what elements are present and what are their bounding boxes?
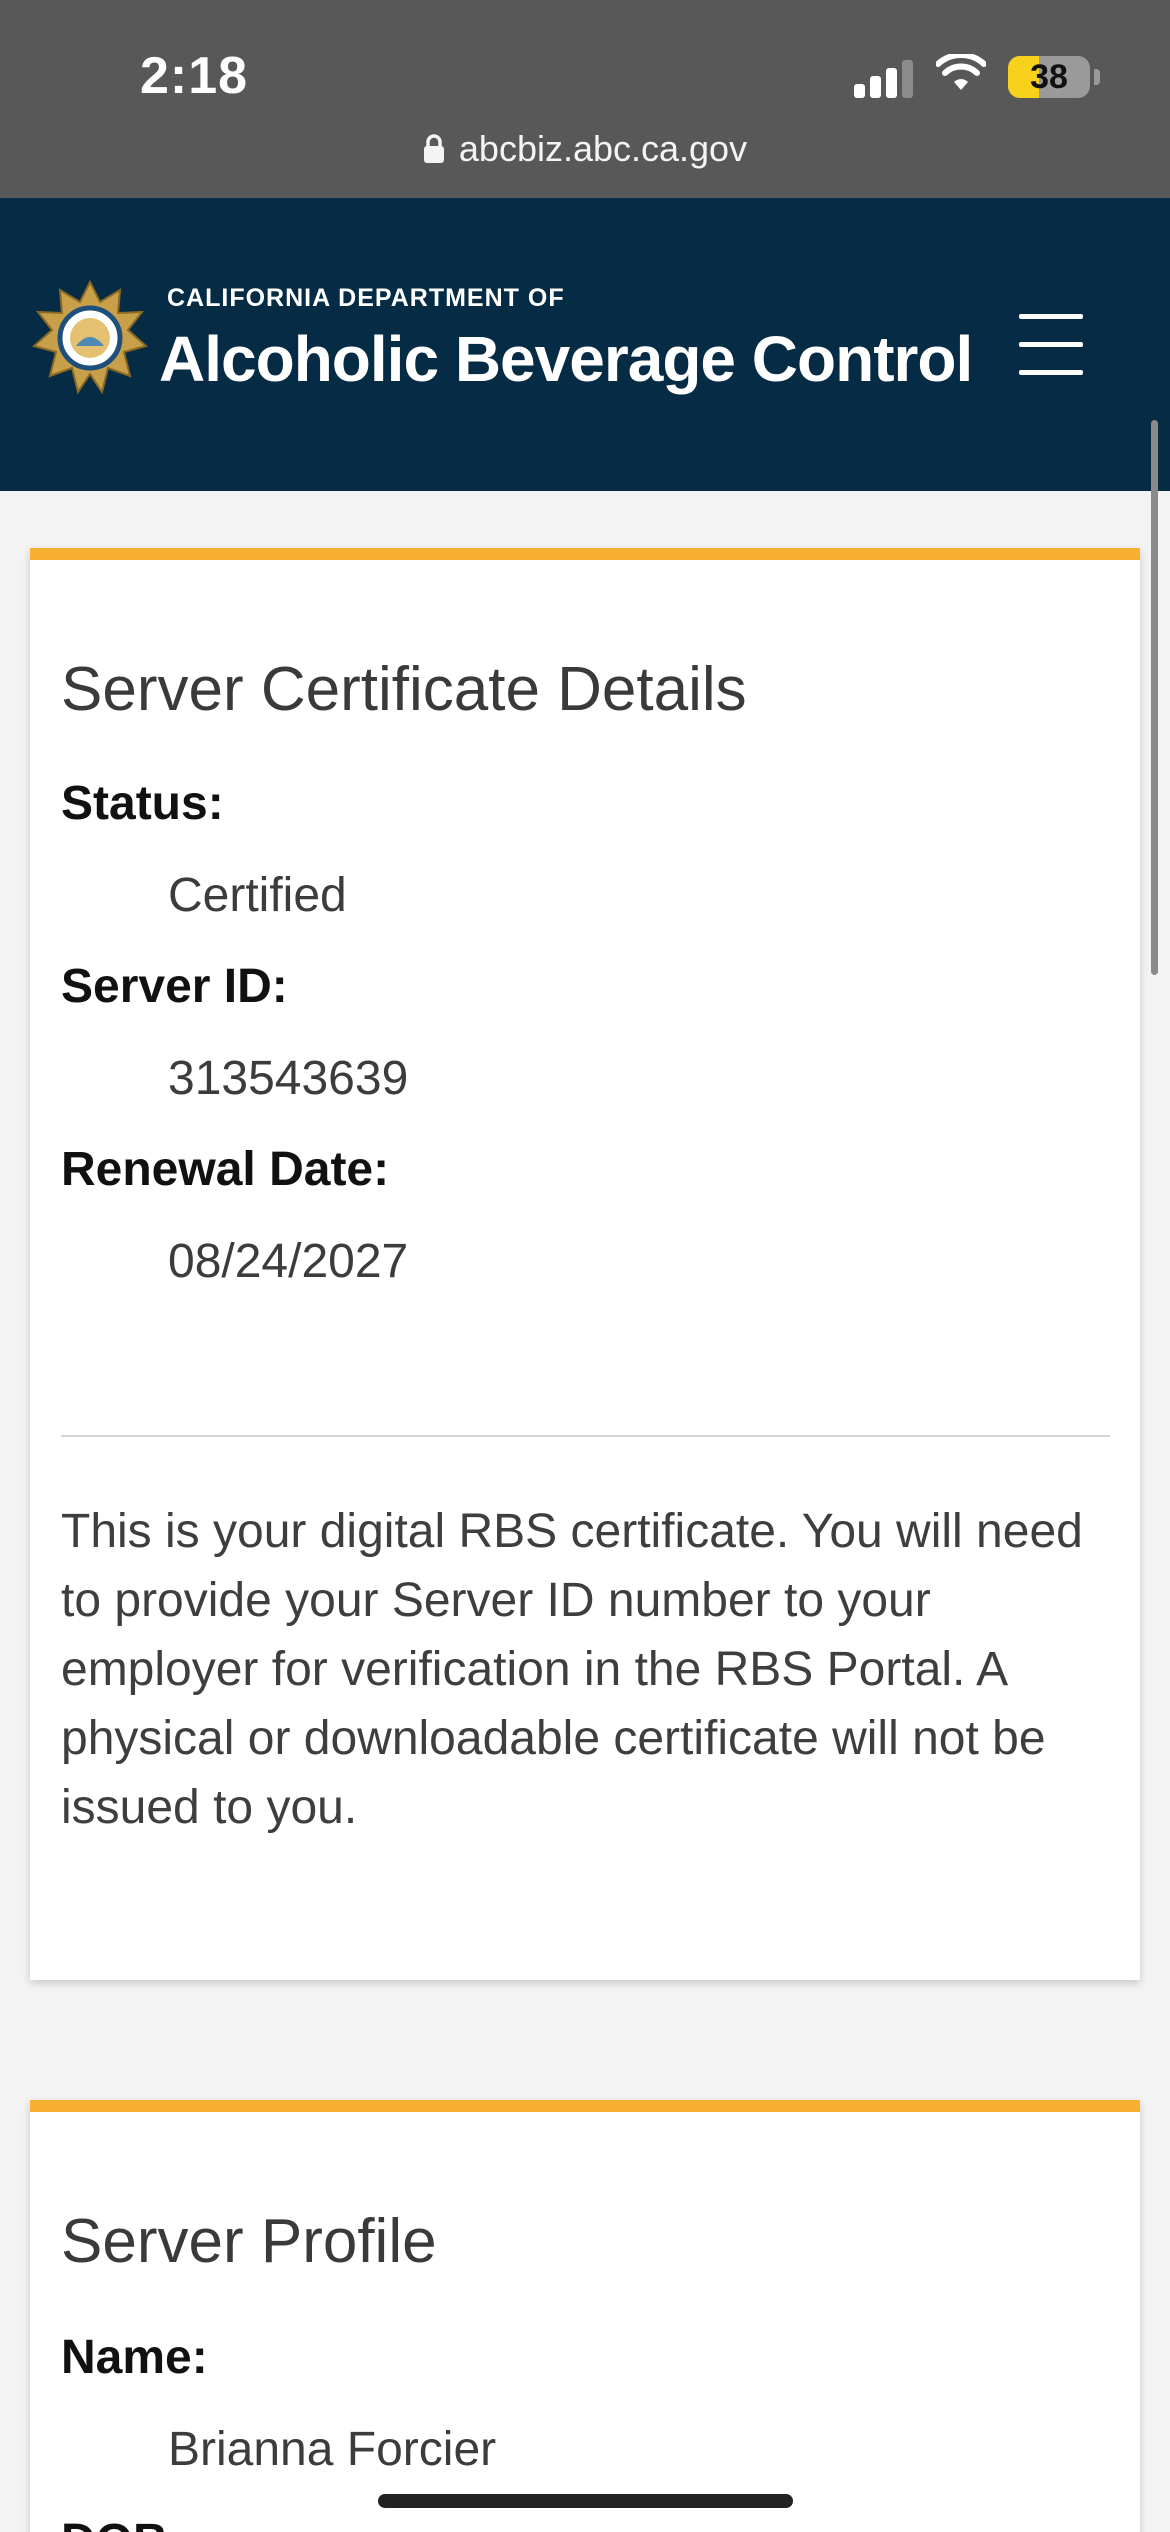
department-name[interactable]: Alcoholic Beverage Control bbox=[159, 322, 973, 396]
status-time: 2:18 bbox=[140, 47, 249, 105]
battery-level: 38 bbox=[1030, 58, 1068, 96]
status-label: Status: bbox=[61, 777, 224, 830]
certificate-notice: This is your digital RBS certificate. Yo… bbox=[61, 1505, 1083, 1834]
server-id-label: Server ID: bbox=[61, 960, 288, 1013]
department-line: CALIFORNIA DEPARTMENT OF bbox=[167, 284, 565, 312]
home-indicator[interactable] bbox=[378, 2494, 793, 2508]
name-value: Brianna Forcier bbox=[168, 2423, 497, 2476]
divider bbox=[61, 1435, 1110, 1437]
renewal-date-label: Renewal Date: bbox=[61, 1143, 390, 1196]
status-bar: 2:18 38 abcbiz.abc.ca.gov bbox=[0, 0, 1170, 198]
signal-icon bbox=[854, 58, 914, 98]
lock-icon bbox=[423, 134, 444, 163]
name-label: Name: bbox=[61, 2331, 208, 2384]
battery-icon: 38 bbox=[1008, 56, 1090, 98]
certificate-card: Server Certificate Details Status: Certi… bbox=[30, 548, 1140, 1980]
dob-label: DOB: bbox=[61, 2514, 184, 2532]
certificate-title: Server Certificate Details bbox=[61, 655, 747, 724]
renewal-date-value: 08/24/2027 bbox=[168, 1235, 409, 1288]
hamburger-menu-icon[interactable] bbox=[1010, 310, 1088, 380]
profile-card: Server Profile Name: Brianna Forcier DOB… bbox=[30, 2100, 1140, 2532]
profile-title: Server Profile bbox=[61, 2207, 437, 2276]
scrollbar[interactable] bbox=[1151, 420, 1158, 975]
wifi-icon bbox=[936, 54, 986, 90]
seal-icon[interactable] bbox=[32, 280, 148, 396]
address-bar[interactable]: abcbiz.abc.ca.gov bbox=[0, 124, 1170, 174]
battery-nub bbox=[1094, 69, 1100, 85]
server-id-value: 313543639 bbox=[168, 1052, 409, 1105]
site-header: CALIFORNIA DEPARTMENT OF Alcoholic Bever… bbox=[0, 198, 1170, 491]
status-value: Certified bbox=[168, 869, 347, 922]
url-text: abcbiz.abc.ca.gov bbox=[458, 128, 748, 169]
